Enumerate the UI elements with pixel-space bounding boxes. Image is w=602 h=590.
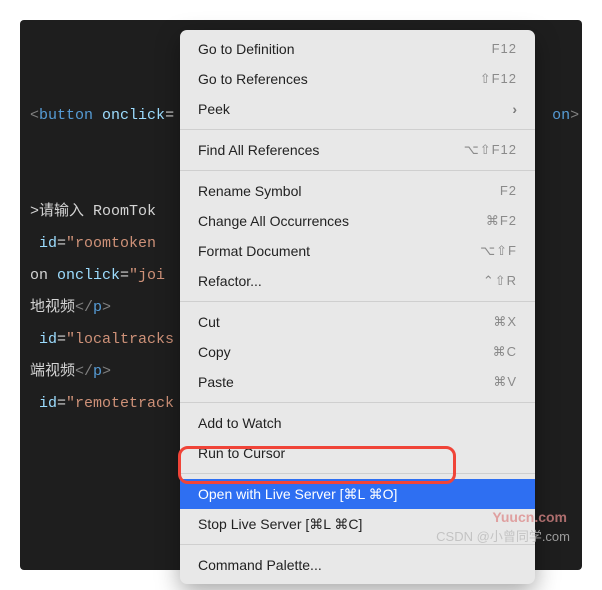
code-text: onclick (102, 107, 165, 124)
menu-item-label: Format Document (198, 240, 464, 262)
code-text: < (30, 107, 39, 124)
menu-item-label: Paste (198, 371, 477, 393)
code-text: "remotetrack (66, 395, 174, 412)
menu-paste[interactable]: Paste ⌘V (180, 367, 535, 397)
menu-change-all-occurrences[interactable]: Change All Occurrences ⌘F2 (180, 206, 535, 236)
code-text: id (39, 235, 57, 252)
menu-separator (180, 129, 535, 130)
menu-separator (180, 170, 535, 171)
menu-go-to-references[interactable]: Go to References ⇧F12 (180, 64, 535, 94)
code-text: "roomtoken (66, 235, 156, 252)
code-text: 地视频 (30, 299, 75, 316)
code-text: "localtracks (66, 331, 174, 348)
menu-item-label: Rename Symbol (198, 180, 484, 202)
menu-separator (180, 544, 535, 545)
menu-item-label: Copy (198, 341, 477, 363)
menu-item-label: Cut (198, 311, 477, 333)
menu-rename-symbol[interactable]: Rename Symbol F2 (180, 176, 535, 206)
menu-item-label: Refactor... (198, 270, 467, 292)
menu-item-label: Go to References (198, 68, 464, 90)
menu-go-to-definition[interactable]: Go to Definition F12 (180, 34, 535, 64)
menu-item-shortcut: F12 (492, 38, 517, 60)
menu-format-document[interactable]: Format Document ⌥⇧F (180, 236, 535, 266)
menu-command-palette[interactable]: Command Palette... (180, 550, 535, 580)
code-text: = (57, 235, 66, 252)
code-text: > (570, 107, 579, 124)
code-text: id (30, 395, 57, 412)
menu-item-label: Peek (198, 98, 512, 120)
menu-item-shortcut: F2 (500, 180, 517, 202)
menu-separator (180, 301, 535, 302)
menu-stop-live-server[interactable]: Stop Live Server [⌘L ⌘C] (180, 509, 535, 539)
menu-item-label: Add to Watch (198, 412, 517, 434)
code-text: button (39, 107, 93, 124)
menu-item-shortcut: ⇧F12 (480, 68, 517, 90)
menu-item-shortcut: ⌘V (493, 371, 517, 393)
menu-item-label: Change All Occurrences (198, 210, 470, 232)
menu-item-label: Run to Cursor (198, 442, 517, 464)
menu-item-label: Stop Live Server [⌘L ⌘C] (198, 513, 517, 535)
menu-item-label: Open with Live Server [⌘L ⌘O] (198, 483, 517, 505)
menu-run-to-cursor[interactable]: Run to Cursor (180, 438, 535, 468)
menu-item-label: Go to Definition (198, 38, 476, 60)
code-text: > (102, 299, 111, 316)
code-text: p (93, 363, 102, 380)
code-text: on (30, 267, 57, 284)
menu-refactor[interactable]: Refactor... ⌃⇧R (180, 266, 535, 296)
code-text: "joi (129, 267, 165, 284)
menu-item-shortcut: ⌥⇧F (480, 240, 517, 262)
menu-item-shortcut: ⌥⇧F12 (464, 139, 517, 161)
code-text: = (165, 107, 174, 124)
code-text: </ (75, 363, 93, 380)
code-text: = (57, 331, 66, 348)
chevron-right-icon: › (512, 98, 517, 120)
menu-separator (180, 473, 535, 474)
code-text: on (552, 107, 570, 124)
menu-item-shortcut: ⌘F2 (486, 210, 517, 232)
context-menu: Go to Definition F12 Go to References ⇧F… (180, 30, 535, 584)
code-text: id (30, 331, 57, 348)
code-text: = (57, 395, 66, 412)
code-text: = (120, 267, 129, 284)
menu-open-with-live-server[interactable]: Open with Live Server [⌘L ⌘O] (180, 479, 535, 509)
code-text: </ (75, 299, 93, 316)
menu-item-label: Command Palette... (198, 554, 517, 576)
menu-item-shortcut: ⌘X (493, 311, 517, 333)
code-text: onclick (57, 267, 120, 284)
menu-find-all-references[interactable]: Find All References ⌥⇧F12 (180, 135, 535, 165)
code-text: > (102, 363, 111, 380)
menu-separator (180, 402, 535, 403)
menu-copy[interactable]: Copy ⌘C (180, 337, 535, 367)
menu-item-shortcut: ⌘C (493, 341, 517, 363)
menu-peek[interactable]: Peek › (180, 94, 535, 124)
code-text: 端视频 (30, 363, 75, 380)
code-text: >请输入 RoomTok (30, 203, 156, 220)
menu-cut[interactable]: Cut ⌘X (180, 307, 535, 337)
menu-item-label: Find All References (198, 139, 448, 161)
code-text (30, 235, 39, 252)
menu-add-to-watch[interactable]: Add to Watch (180, 408, 535, 438)
menu-item-shortcut: ⌃⇧R (483, 270, 517, 292)
code-text: p (93, 299, 102, 316)
